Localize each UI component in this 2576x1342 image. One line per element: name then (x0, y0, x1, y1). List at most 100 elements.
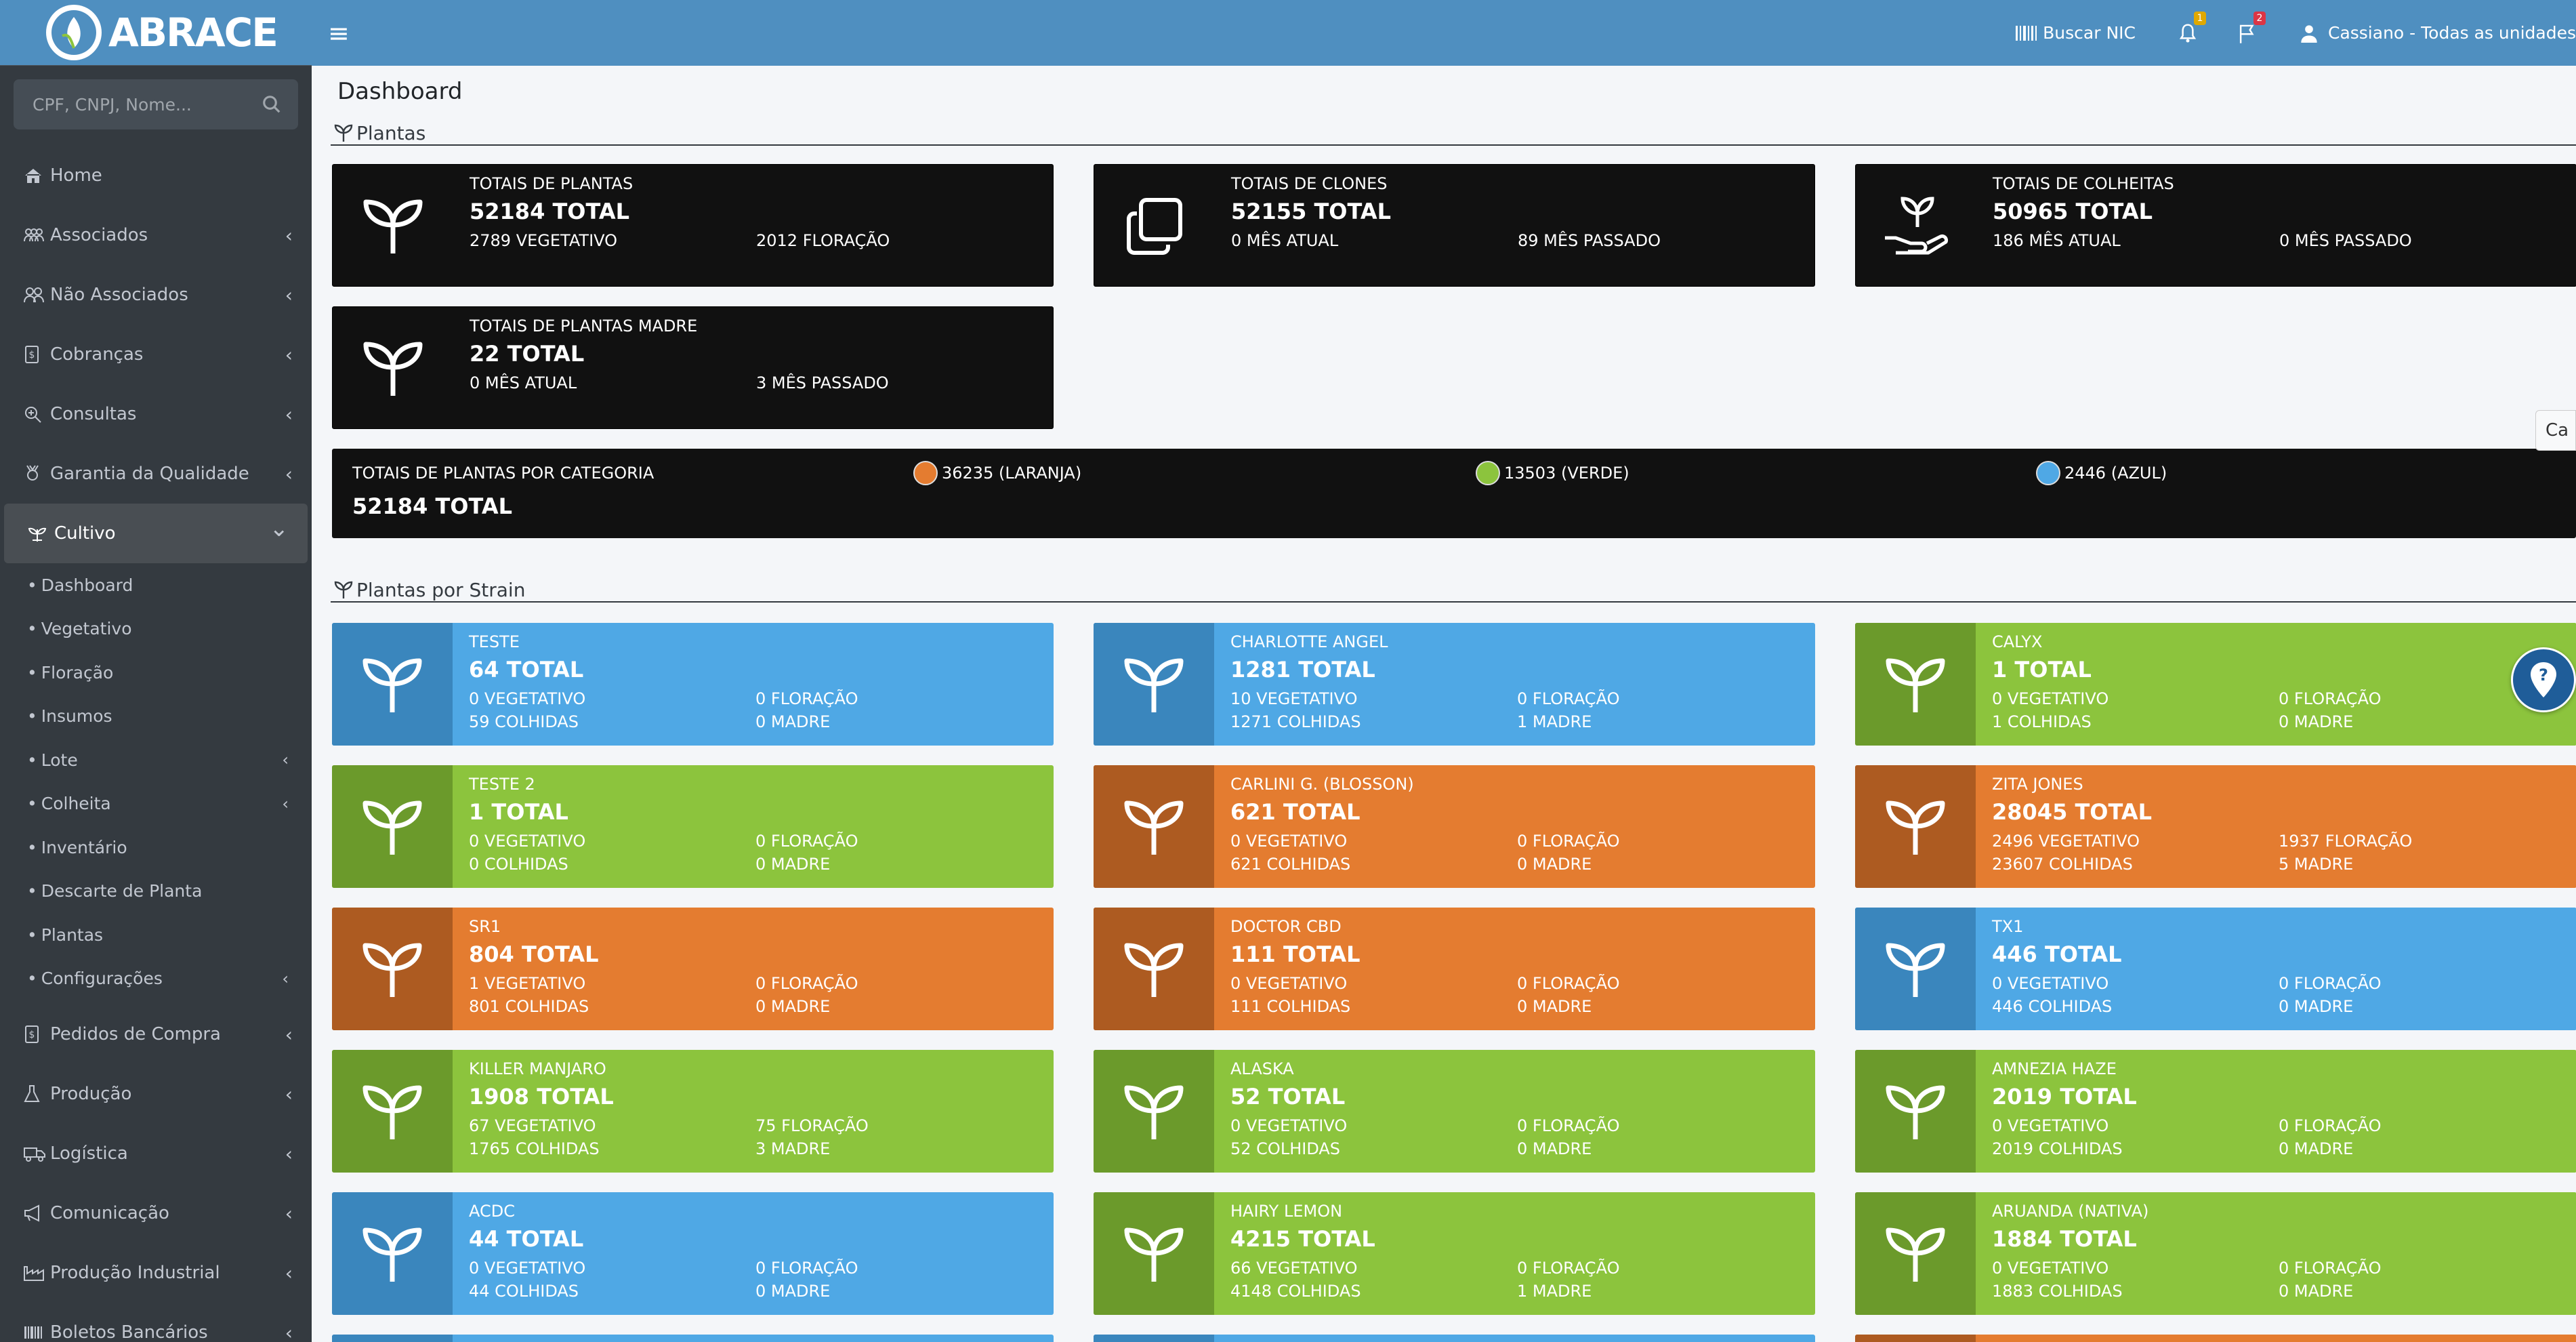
summary-card-3[interactable]: TOTAIS DE COLHEITAS 50965 TOTAL 186 MÊS AT… (1855, 164, 2576, 287)
strain-card[interactable]: CHARLOTTE ANGEL 1281 TOTAL 10 VEGETATIVO 0 … (1094, 623, 1815, 746)
sidebar-item-label: Não Associados (50, 285, 188, 305)
strain-floracao: 0 FLORAÇÃO (1517, 1116, 1620, 1135)
strain-card[interactable]: ALASKA 52 TOTAL 0 VEGETATIVO 0 FLORAÇÃO 52 C… (1094, 1050, 1815, 1173)
search-plus-icon (23, 405, 46, 424)
search-icon[interactable] (262, 94, 282, 115)
sidebar-item-n-o-associados[interactable]: Não Associados ‹ (0, 265, 312, 325)
sidebar-item-log-stica[interactable]: Logística ‹ (0, 1124, 312, 1183)
strain-card-partial[interactable] (1855, 1335, 2576, 1342)
nav-list-secondary: $ Pedidos de Compra ‹ Produção ‹ Logística ‹ Co… (0, 1004, 312, 1342)
sprout-icon (1855, 1192, 1976, 1315)
sprout-icon (332, 1050, 453, 1173)
subnav-item-label: Vegetativo (41, 619, 132, 639)
sprout-icon (1855, 623, 1976, 746)
buscar-nic-button[interactable]: Buscar NIC (2014, 23, 2136, 43)
search-input[interactable]: CPF, CNPJ, Nome... (14, 79, 298, 129)
strain-stats-row1: 0 VEGETATIVO 0 FLORAÇÃO (1992, 974, 2576, 993)
sidebar-item-garantia-da-qualidade[interactable]: Garantia da Qualidade ‹ (0, 444, 312, 504)
strain-stats-row1: 0 VEGETATIVO 0 FLORAÇÃO (1230, 832, 1815, 851)
topbar: ≡ Buscar NIC 1 2 Cassiano - Todas as uni… (312, 0, 2576, 66)
summary-card-total: 52184 TOTAL (470, 199, 629, 224)
strain-name: ALASKA (1230, 1059, 1294, 1078)
strain-total: 621 TOTAL (1230, 799, 1360, 825)
subnav-item-flora-o[interactable]: • Floração (0, 651, 312, 695)
sidebar-item-cultivo[interactable]: Cultivo ⌄ (4, 504, 308, 563)
strain-card[interactable]: DOCTOR CBD 111 TOTAL 0 VEGETATIVO 0 FLORAÇÃ… (1094, 908, 1815, 1030)
help-button[interactable]: ? (2511, 647, 2576, 712)
strain-card[interactable]: HAIRY LEMON 4215 TOTAL 66 VEGETATIVO 0 FLOR… (1094, 1192, 1815, 1315)
users-icon (23, 226, 46, 244)
strain-card[interactable]: ZITA JONES 28045 TOTAL 2496 VEGETATIVO 1937… (1855, 765, 2576, 888)
category-item-label: 36235 (LARANJA) (942, 464, 1082, 483)
subnav-item-lote[interactable]: • Lote ‹ (0, 738, 312, 782)
strain-card-partial[interactable] (332, 1335, 1054, 1342)
strain-stats-row2: 1765 COLHIDAS 3 MADRE (469, 1139, 1054, 1158)
sidebar-item-associados[interactable]: Associados ‹ (0, 205, 312, 265)
bullet-icon: • (27, 619, 37, 639)
bullet-icon: • (27, 794, 37, 814)
sprout-icon (333, 580, 354, 599)
strain-colhidas: 59 COLHIDAS (469, 712, 579, 731)
strain-card-partial[interactable] (1094, 1335, 1815, 1342)
summary-card-2[interactable]: TOTAIS DE CLONES 52155 TOTAL 0 MÊS ATUAL 89… (1094, 164, 1815, 287)
strain-card[interactable]: KILLER MANJARO 1908 TOTAL 67 VEGETATIVO 75 … (332, 1050, 1054, 1173)
strain-card-body: ZITA JONES 28045 TOTAL 2496 VEGETATIVO 1937… (1976, 765, 2576, 888)
subnav-item-colheita[interactable]: • Colheita ‹ (0, 782, 312, 826)
strain-vegetativo: 0 VEGETATIVO (1992, 1116, 2109, 1135)
subnav-item-label: Descarte de Planta (41, 881, 203, 901)
sprout-icon (1855, 765, 1976, 888)
strain-card[interactable]: ARUANDA (NATIVA) 1884 TOTAL 0 VEGETATIVO 0 … (1855, 1192, 2576, 1315)
summary-card-4[interactable]: TOTAIS DE PLANTAS MADRE 22 TOTAL 0 MÊS ATU… (332, 306, 1054, 429)
subnav-item-dashboard[interactable]: • Dashboard (0, 563, 312, 607)
summary-card-1[interactable]: TOTAIS DE PLANTAS 52184 TOTAL 2789 VEGETAT… (332, 164, 1054, 287)
strain-card[interactable]: TESTE 64 TOTAL 0 VEGETATIVO 0 FLORAÇÃO 59 CO… (332, 623, 1054, 746)
sidebar-item-comunica-o[interactable]: Comunicação ‹ (0, 1183, 312, 1243)
sprout-icon (332, 765, 453, 888)
strain-card[interactable]: TESTE 2 1 TOTAL 0 VEGETATIVO 0 FLORAÇÃO 0 CO… (332, 765, 1054, 888)
sidebar-item-boletos-banc-rios[interactable]: Boletos Bancários ‹ (0, 1303, 312, 1342)
brand[interactable]: ABRACE (0, 0, 312, 66)
strain-madre: 3 MADRE (755, 1139, 831, 1158)
user-menu[interactable]: Cassiano - Todas as unidades (2300, 23, 2576, 43)
chevron-left-icon: ‹ (282, 750, 289, 770)
strain-total: 1 TOTAL (469, 799, 568, 825)
strain-card[interactable]: TX1 446 TOTAL 0 VEGETATIVO 0 FLORAÇÃO 446 CO… (1855, 908, 2576, 1030)
sidebar-item-home[interactable]: Home (0, 146, 312, 205)
sidebar-item-cobran-as[interactable]: $ Cobranças ‹ (0, 325, 312, 384)
category-card[interactable]: TOTAIS DE PLANTAS POR CATEGORIA 52184 TO… (332, 449, 2576, 538)
subnav-item-configura-es[interactable]: • Configurações ‹ (0, 957, 312, 1001)
subnav-item-plantas[interactable]: • Plantas (0, 913, 312, 957)
strain-card[interactable]: CARLINI G. (BLOSSON) 621 TOTAL 0 VEGETATIV… (1094, 765, 1815, 888)
strain-card-body: ACDC 44 TOTAL 0 VEGETATIVO 0 FLORAÇÃO 44 COL… (453, 1192, 1054, 1315)
hamburger-icon[interactable]: ≡ (328, 18, 369, 48)
subnav-item-invent-rio[interactable]: • Inventário (0, 826, 312, 870)
strain-colhidas: 23607 COLHIDAS (1992, 855, 2133, 874)
flags-button[interactable]: 2 (2237, 11, 2266, 44)
strain-card[interactable]: AMNEZIA HAZE 2019 TOTAL 0 VEGETATIVO 0 FLOR… (1855, 1050, 2576, 1173)
strain-total: 44 TOTAL (469, 1226, 584, 1252)
subnav-item-insumos[interactable]: • Insumos (0, 695, 312, 739)
strain-stats-row1: 0 VEGETATIVO 0 FLORAÇÃO (1230, 974, 1815, 993)
subnav-item-descarte-de-planta[interactable]: • Descarte de Planta (0, 870, 312, 914)
sidebar-item-pedidos-de-compra[interactable]: $ Pedidos de Compra ‹ (0, 1004, 312, 1064)
bell-icon (2179, 23, 2197, 43)
strain-card[interactable]: ACDC 44 TOTAL 0 VEGETATIVO 0 FLORAÇÃO 44 COL… (332, 1192, 1054, 1315)
category-total: 52184 TOTAL (352, 493, 512, 519)
notifications-button[interactable]: 1 (2178, 11, 2206, 44)
chevron-left-icon: ‹ (285, 462, 293, 485)
user-group-icon (23, 286, 46, 304)
subnav-item-vegetativo[interactable]: • Vegetativo (0, 607, 312, 651)
strain-floracao: 1937 FLORAÇÃO (2279, 832, 2413, 851)
edge-tab[interactable]: Ca (2535, 410, 2576, 451)
strain-colhidas: 111 COLHIDAS (1230, 997, 1351, 1016)
strain-vegetativo: 0 VEGETATIVO (1230, 974, 1348, 993)
strain-name: SR1 (469, 917, 501, 936)
strain-card[interactable]: SR1 804 TOTAL 1 VEGETATIVO 0 FLORAÇÃO 801 CO… (332, 908, 1054, 1030)
sidebar-item-consultas[interactable]: Consultas ‹ (0, 384, 312, 444)
strain-vegetativo: 0 VEGETATIVO (469, 1259, 586, 1278)
sidebar-item-produ-o[interactable]: Produção ‹ (0, 1064, 312, 1124)
sidebar-item-label: Logística (50, 1143, 128, 1164)
strain-card-body: ALASKA 52 TOTAL 0 VEGETATIVO 0 FLORAÇÃO 52 C… (1214, 1050, 1815, 1173)
sidebar-item-produ-o-industrial[interactable]: Produção Industrial ‹ (0, 1243, 312, 1303)
strain-card[interactable]: CALYX 1 TOTAL 0 VEGETATIVO 0 FLORAÇÃO 1 COLH… (1855, 623, 2576, 746)
